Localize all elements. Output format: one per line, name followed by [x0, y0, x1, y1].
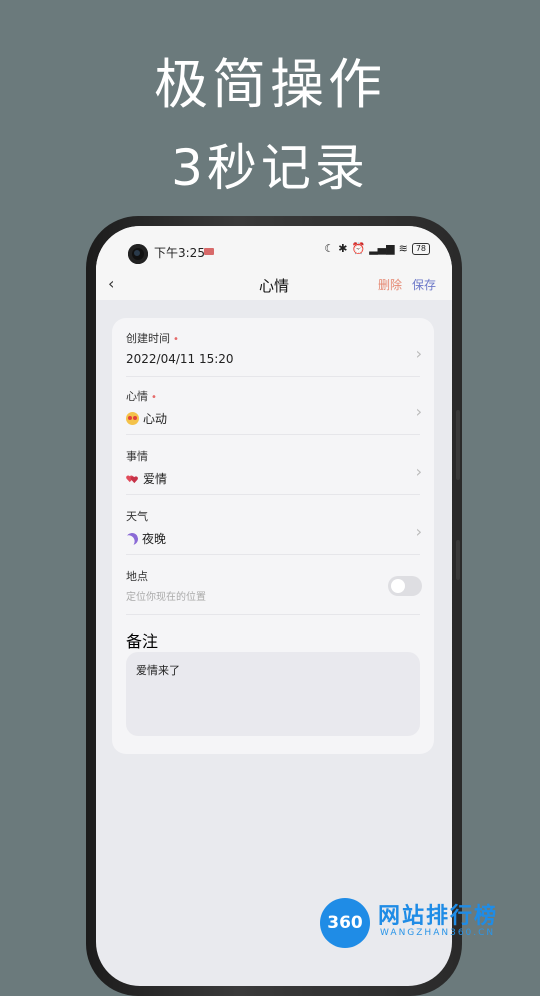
heart-eyes-emoji-icon: [126, 412, 139, 425]
volume-button: [456, 410, 460, 480]
watermark-name: 网站排行榜: [378, 904, 499, 929]
divider: [126, 376, 420, 377]
location-hint: 定位你现在的位置: [126, 592, 206, 603]
weather-value: 夜晚: [142, 532, 167, 546]
save-button[interactable]: 保存: [412, 276, 436, 293]
note-textarea[interactable]: 爱情来了: [126, 652, 420, 736]
bluetooth-icon: ✱: [338, 242, 348, 255]
front-camera: [128, 244, 148, 264]
note-label: 备注: [126, 632, 159, 651]
alarm-icon: ⏰: [351, 242, 366, 255]
notification-icon: [204, 248, 214, 255]
weather-label: 天气: [126, 510, 148, 523]
event-value: 爱情: [143, 472, 168, 486]
created-time-label: 创建时间: [126, 332, 170, 345]
delete-button[interactable]: 删除: [378, 276, 402, 293]
chevron-right-icon: ›: [415, 462, 422, 481]
chevron-right-icon: ›: [415, 522, 422, 541]
required-marker: •: [151, 392, 157, 403]
promo-headline: 极简操作: [154, 53, 386, 116]
promo-subheadline: 3秒记录: [171, 139, 369, 197]
wifi-icon: ≋: [398, 242, 408, 255]
form-card: 创建时间 • 2022/04/11 15:20 › 心情 • 心动 › 事情 爱情: [112, 318, 434, 754]
status-time: 下午3:25: [154, 246, 205, 260]
required-marker: •: [173, 334, 179, 345]
location-label: 地点: [126, 570, 148, 583]
weather-row[interactable]: 天气 夜晚 ›: [126, 508, 422, 547]
signal-icon: ▂▄▆: [369, 242, 395, 255]
watermark-url: WANGZHAN360.CN: [380, 928, 496, 938]
watermark-logo: 360 网站排行榜 WANGZHAN360.CN: [320, 892, 532, 952]
moon-icon: [124, 531, 139, 546]
divider: [126, 614, 420, 615]
nav-bar: ‹ 心情 删除 保存: [96, 266, 452, 300]
dnd-moon-icon: ☾: [324, 242, 335, 255]
created-time-row[interactable]: 创建时间 • 2022/04/11 15:20 ›: [126, 330, 422, 366]
divider: [126, 554, 420, 555]
battery-icon: 78: [411, 242, 430, 255]
mood-label: 心情: [126, 390, 148, 403]
divider: [126, 434, 420, 435]
phone-screen: 下午3:25 ☾ ✱ ⏰ ▂▄▆ ≋ 78 ‹ 心情 删除 保存 创建时间 • 2…: [96, 226, 452, 986]
chevron-right-icon: ›: [415, 344, 422, 363]
event-row[interactable]: 事情 爱情 ›: [126, 448, 422, 487]
power-button: [456, 540, 460, 580]
status-icons: ☾ ✱ ⏰ ▂▄▆ ≋ 78: [324, 242, 430, 255]
location-toggle[interactable]: [388, 576, 422, 596]
divider: [126, 494, 420, 495]
hearts-icon: [126, 475, 138, 484]
chevron-right-icon: ›: [415, 402, 422, 421]
watermark-badge: 360: [320, 898, 370, 948]
event-label: 事情: [126, 450, 148, 463]
mood-row[interactable]: 心情 • 心动 ›: [126, 388, 422, 427]
created-time-value: 2022/04/11 15:20: [126, 352, 234, 366]
location-row: 地点 定位你现在的位置: [126, 568, 422, 603]
mood-value: 心动: [143, 412, 168, 426]
